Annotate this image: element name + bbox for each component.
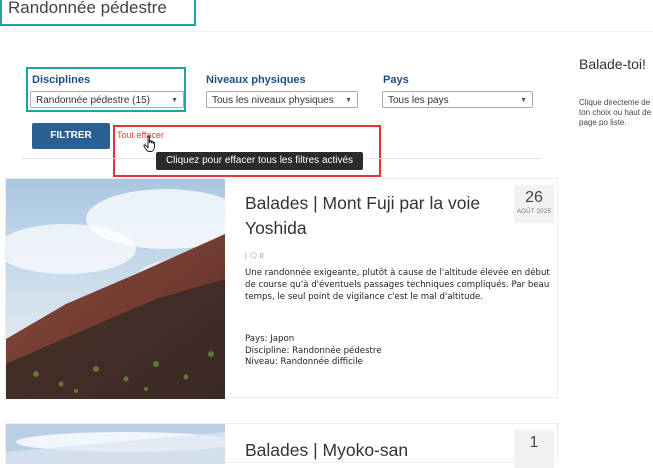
disciplines-select-value: Randonnée pédestre (15)	[36, 95, 150, 106]
post-card[interactable]: Balades | Myoko-san 1	[5, 423, 558, 468]
disciplines-select[interactable]: Randonnée pédestre (15) ▼	[30, 91, 184, 108]
top-divider	[0, 31, 653, 32]
hand-cursor-icon	[143, 135, 156, 152]
comment-count[interactable]: | 🗨 0	[245, 252, 264, 260]
post-image[interactable]	[6, 179, 225, 399]
post-title[interactable]: Balades | Myoko-san	[245, 438, 505, 463]
post-discipline: Discipline: Randonnée pédestre	[245, 345, 382, 356]
chevron-down-icon: ▼	[345, 97, 352, 104]
post-date-day: 26	[525, 189, 543, 206]
post-image[interactable]	[6, 424, 225, 464]
disciplines-filter: Disciplines	[32, 74, 90, 86]
landscape-photo	[6, 424, 225, 464]
post-date: 1	[514, 430, 554, 468]
pays-select-value: Tous les pays	[388, 95, 449, 106]
page-title: Randonnée pédestre	[8, 0, 167, 17]
clear-tooltip: Cliquez pour effacer tous les filtres ac…	[156, 152, 363, 170]
mountain-photo	[6, 179, 225, 399]
niveaux-select-value: Tous les niveaux physiques	[212, 95, 334, 106]
post-info: Pays: Japon Discipline: Randonnée pédest…	[245, 334, 382, 369]
post-date: 26 AOÛT 2025	[514, 185, 554, 223]
chevron-down-icon: ▼	[520, 97, 527, 104]
pays-filter: Pays	[383, 74, 409, 86]
sidebar-text: Clique directeme de ton choix ou haut de…	[579, 98, 652, 127]
niveaux-select[interactable]: Tous les niveaux physiques ▼	[206, 91, 358, 108]
page-title-highlight: Randonnée pédestre	[0, 0, 196, 26]
chevron-down-icon: ▼	[171, 97, 178, 104]
pays-select[interactable]: Tous les pays ▼	[382, 91, 533, 108]
post-country: Pays: Japon	[245, 334, 295, 344]
sidebar-title: Balade-toi!	[579, 56, 646, 72]
niveaux-filter: Niveaux physiques	[206, 74, 306, 86]
disciplines-label: Disciplines	[32, 74, 91, 86]
post-title[interactable]: Balades | Mont Fuji par la voie Yoshida	[245, 191, 505, 241]
post-date-month: AOÛT 2025	[516, 209, 552, 215]
post-level: Niveau: Randonnée difficile	[245, 357, 363, 367]
post-date-day: 1	[529, 434, 539, 451]
filter-button[interactable]: FILTRER	[32, 123, 110, 149]
pays-label: Pays	[383, 74, 409, 86]
niveaux-label: Niveaux physiques	[206, 74, 306, 86]
post-excerpt: Une randonnée exigeante, plutôt à cause …	[245, 268, 550, 302]
post-card[interactable]: Balades | Mont Fuji par la voie Yoshida …	[5, 178, 558, 399]
